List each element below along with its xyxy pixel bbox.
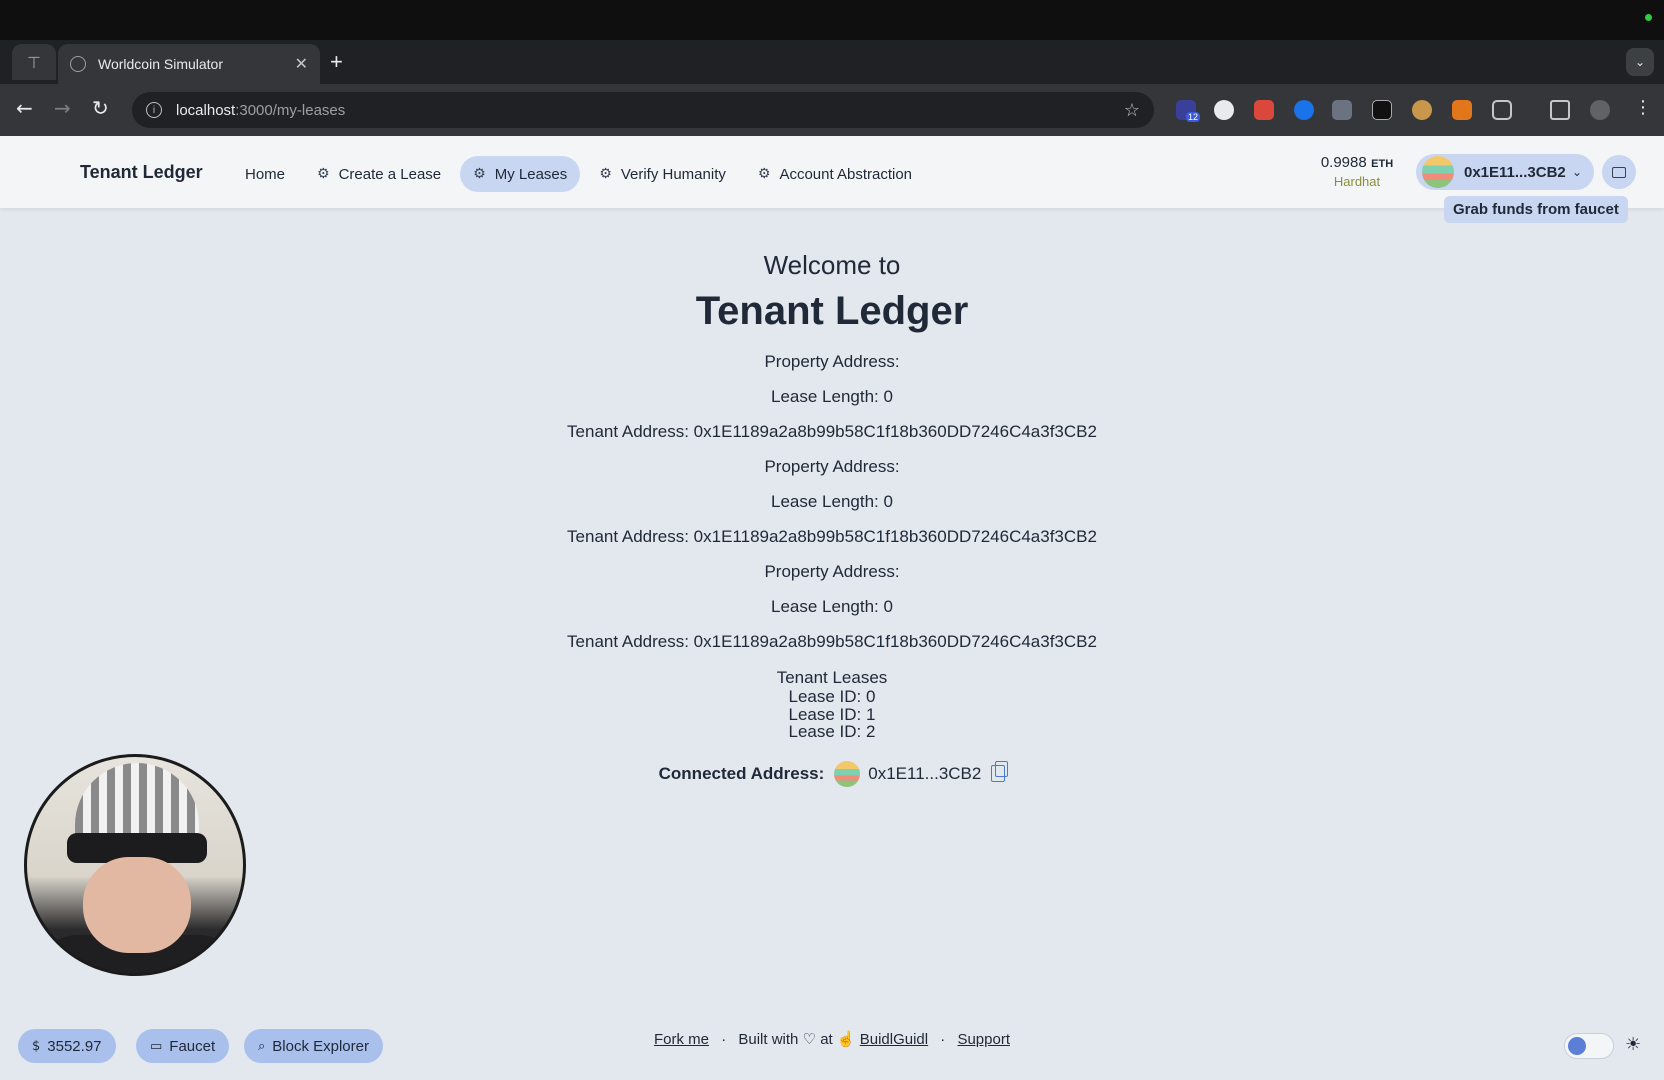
support-link[interactable]: Support [957, 1031, 1010, 1048]
connected-address-row: Connected Address: 0x1E11...3CB2 [0, 760, 1664, 787]
browser-tabstrip: ⊤ Worldcoin Simulator ✕ + ⌄ [0, 40, 1664, 84]
brand-title[interactable]: Tenant Ledger [80, 162, 203, 183]
lease-length: Lease Length: 0 [771, 492, 893, 511]
separator: · [721, 1031, 727, 1048]
tab-worldcoin-simulator[interactable]: Worldcoin Simulator ✕ [58, 44, 320, 84]
tab-title: Worldcoin Simulator [98, 56, 224, 72]
sun-icon: ☀ [1625, 1034, 1642, 1055]
pinned-tab[interactable]: ⊤ [12, 44, 56, 80]
separator: · [940, 1031, 946, 1048]
bug-icon: ⚙ [599, 166, 612, 182]
lease-length: Lease Length: 0 [771, 387, 893, 406]
recording-indicator [1645, 14, 1652, 21]
nav-account-abstraction[interactable]: ⚙ Account Abstraction [745, 156, 925, 192]
buidlguidl-link[interactable]: BuidlGuidl [860, 1031, 928, 1048]
cookie-extension-icon[interactable] [1412, 100, 1432, 120]
tenant-address: Tenant Address: 0x1E1189a2a8b99b58C1f18b… [567, 632, 1097, 651]
nav-label: Home [245, 165, 286, 183]
nav-label: Account Abstraction [779, 165, 913, 183]
nav-label: My Leases [494, 165, 568, 183]
browser-toolbar: ← → ↻ i localhost:3000/my-leases ☆ 12 ⋮ [0, 84, 1664, 136]
tenant-address: Tenant Address: 0x1E1189a2a8b99b58C1f18b… [567, 422, 1097, 441]
tenant-leases-title: Tenant Leases [776, 668, 888, 687]
built-with-text: Built with [738, 1031, 799, 1048]
site-info-icon[interactable]: i [146, 102, 162, 118]
avatar [834, 760, 861, 787]
tab-search-chevron-icon[interactable]: ⌄ [1626, 48, 1654, 76]
browser-menu-icon[interactable]: ⋮ [1634, 96, 1652, 120]
side-panel-icon[interactable] [1550, 100, 1570, 120]
profile-avatar[interactable] [1590, 100, 1610, 120]
close-tab-icon[interactable]: ✕ [295, 54, 308, 74]
page-title: Tenant Ledger [695, 289, 969, 333]
webcam-overlay [24, 754, 246, 976]
extension-icon[interactable] [1332, 100, 1352, 120]
nav-label: Verify Humanity [620, 165, 726, 183]
globe-icon [70, 56, 86, 72]
lease-length: Lease Length: 0 [771, 597, 893, 616]
nav-home[interactable]: Home [232, 156, 298, 192]
buidlguidl-logo-icon: ☝ [836, 1031, 856, 1048]
footer-links: Fork me · Built with ♡ at ☝ BuidlGuidl ·… [0, 1030, 1664, 1048]
at-text: at [820, 1031, 833, 1048]
main-content: Welcome to Tenant Ledger Property Addres… [0, 250, 1664, 787]
bug-icon: ⚙ [473, 166, 486, 182]
nav-label: Create a Lease [338, 165, 442, 183]
toggle-knob [1568, 1037, 1586, 1055]
tenant-address: Tenant Address: 0x1E1189a2a8b99b58C1f18b… [567, 527, 1097, 546]
extension-icon[interactable] [1372, 100, 1392, 120]
bug-icon: ⚙ [317, 166, 330, 182]
back-arrow-icon[interactable]: ← [16, 96, 33, 120]
metamask-fox-icon[interactable] [1452, 100, 1472, 120]
forward-arrow-icon[interactable]: → [54, 96, 71, 120]
wallet-balance: 0.9988 ETH Hardhat [1300, 154, 1414, 189]
lease-id: Lease ID: 0 [788, 687, 876, 706]
url-host: localhost [176, 101, 236, 119]
theme-toggle[interactable] [1564, 1033, 1614, 1059]
lease-id: Lease ID: 1 [788, 704, 876, 724]
faucet-button[interactable] [1602, 155, 1636, 189]
extension-icon[interactable] [1294, 100, 1314, 120]
welcome-text: Welcome to [763, 250, 901, 280]
app-header: Tenant Ledger Home ⚙ Create a Lease ⚙ My… [0, 136, 1664, 208]
property-address: Property Address: [764, 352, 900, 371]
account-dropdown[interactable]: 0x1E11...3CB2 ⌄ [1416, 154, 1594, 190]
nav-verify-humanity[interactable]: ⚙ Verify Humanity [586, 156, 739, 192]
avatar [1422, 156, 1454, 188]
balance-amount: 0.9988 [1320, 154, 1367, 171]
url-path: :3000/my-leases [235, 101, 346, 119]
address-bar[interactable]: i localhost:3000/my-leases ☆ [132, 92, 1154, 128]
banknote-icon [1612, 166, 1626, 178]
extension-icon[interactable] [1254, 100, 1274, 120]
faucet-tooltip: Grab funds from faucet [1444, 196, 1628, 223]
extension-icon[interactable] [1214, 100, 1234, 120]
account-address: 0x1E11...3CB2 [1464, 163, 1566, 181]
balance-unit: ETH [1371, 158, 1394, 170]
fork-me-link[interactable]: Fork me [654, 1031, 709, 1048]
chevron-down-icon: ⌄ [1571, 165, 1582, 179]
puzzle-extensions-icon[interactable] [1492, 100, 1512, 120]
new-tab-button[interactable]: + [330, 51, 343, 73]
copy-icon[interactable] [991, 761, 1009, 782]
nav-my-leases[interactable]: ⚙ My Leases [460, 156, 581, 192]
connected-address: 0x1E11...3CB2 [868, 763, 982, 783]
connected-address-label: Connected Address: [658, 763, 825, 783]
heart-icon: ♡ [802, 1031, 817, 1048]
property-address: Property Address: [764, 457, 900, 476]
reload-icon[interactable]: ↻ [92, 96, 109, 120]
os-menu-bar [0, 0, 1664, 40]
extension-badge: 12 [1186, 112, 1201, 122]
nav-create-lease[interactable]: ⚙ Create a Lease [304, 156, 454, 192]
main-nav: Home ⚙ Create a Lease ⚙ My Leases ⚙ Veri… [232, 156, 925, 192]
bug-icon: ⚙ [757, 166, 771, 182]
lease-id: Lease ID: 2 [788, 722, 876, 741]
network-name: Hardhat [1333, 174, 1381, 189]
property-address: Property Address: [764, 562, 900, 581]
bookmark-star-icon[interactable]: ☆ [1124, 100, 1140, 121]
